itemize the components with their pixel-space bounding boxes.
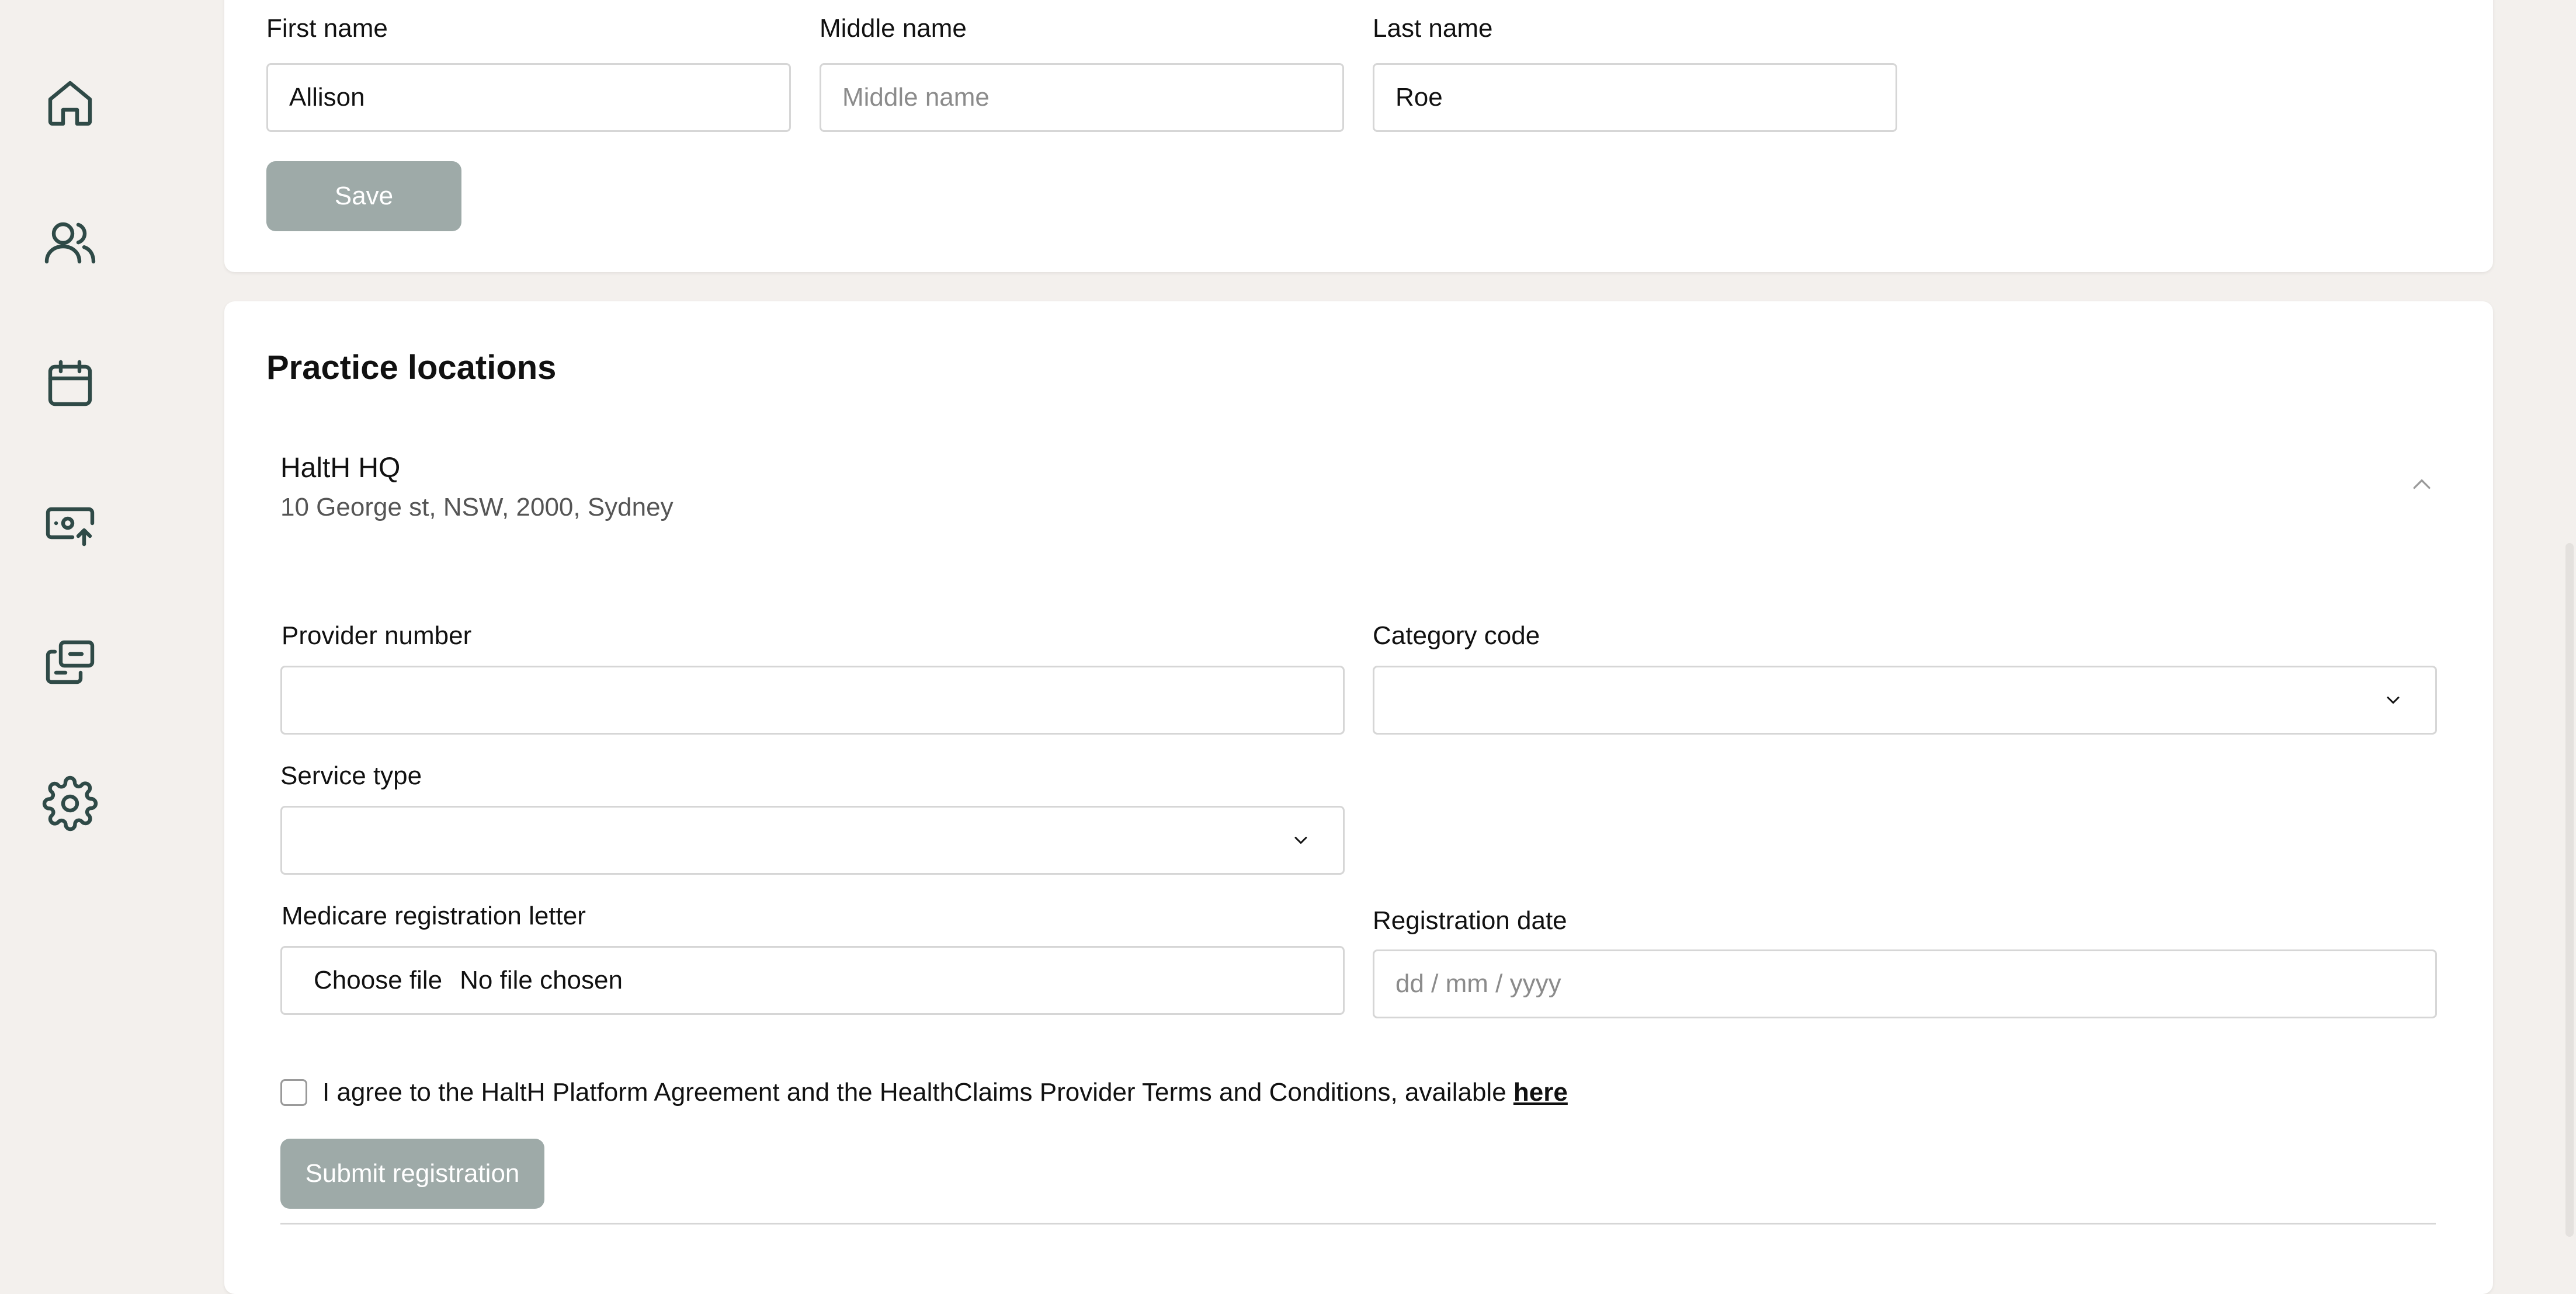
provider-number-field[interactable] [280,666,1345,735]
location-name: HaltH HQ [280,453,401,483]
agree-text: I agree to the HaltH Platform Agreement … [322,1078,1568,1107]
medicare-letter-file-input[interactable]: Choose file No file chosen [280,946,1345,1015]
scrollbar-thumb[interactable] [2565,543,2574,1237]
location-address: 10 George st, NSW, 2000, Sydney [280,493,673,521]
chevron-down-icon [2387,697,2400,704]
money-upload-icon [46,507,95,547]
provider-number-label: Provider number [282,621,472,650]
middle-name-label: Middle name [820,14,967,43]
home-icon [48,81,92,126]
chevron-down-icon [1294,837,1307,844]
no-file-text: No file chosen [460,966,623,994]
sidebar-item-calendar[interactable] [40,353,100,413]
medicare-letter-label: Medicare registration letter [282,902,586,930]
sidebar-item-cards[interactable] [40,633,100,694]
sidebar-item-settings[interactable] [40,773,100,834]
submit-registration-button[interactable]: Submit registration [280,1139,544,1209]
service-type-select[interactable] [280,806,1345,875]
choose-file-button[interactable]: Choose file [303,966,442,995]
calendar-icon [48,360,92,406]
sidebar-item-payments[interactable] [40,493,100,554]
sidebar-item-users[interactable] [40,213,100,273]
category-code-select[interactable] [1373,666,2437,735]
practice-locations-card [224,301,2493,1294]
section-title: Practice locations [266,349,557,387]
users-icon [44,222,96,264]
last-name-field[interactable]: Roe [1373,63,1897,132]
registration-date-field[interactable]: dd / mm / yyyy [1373,949,2437,1018]
save-button[interactable]: Save [266,161,461,231]
scrollbar-track[interactable] [2561,0,2576,1237]
cards-icon [46,640,95,684]
first-name-label: First name [266,14,388,43]
profile-card [224,0,2493,272]
sidebar-nav [0,0,140,1237]
category-code-label: Category code [1373,621,1540,650]
divider [280,1223,2436,1225]
registration-date-label: Registration date [1373,906,1567,935]
sidebar-item-home[interactable] [40,72,100,133]
middle-name-field[interactable]: Middle name [820,63,1344,132]
agree-checkbox[interactable] [280,1079,307,1106]
agree-text-body: I agree to the HaltH Platform Agreement … [322,1078,1513,1107]
agree-here-link[interactable]: here [1513,1078,1568,1107]
service-type-label: Service type [280,761,422,790]
first-name-field[interactable]: Allison [266,63,791,132]
gear-icon [42,775,98,832]
chevron-up-icon[interactable] [2409,472,2435,498]
last-name-label: Last name [1373,14,1493,43]
